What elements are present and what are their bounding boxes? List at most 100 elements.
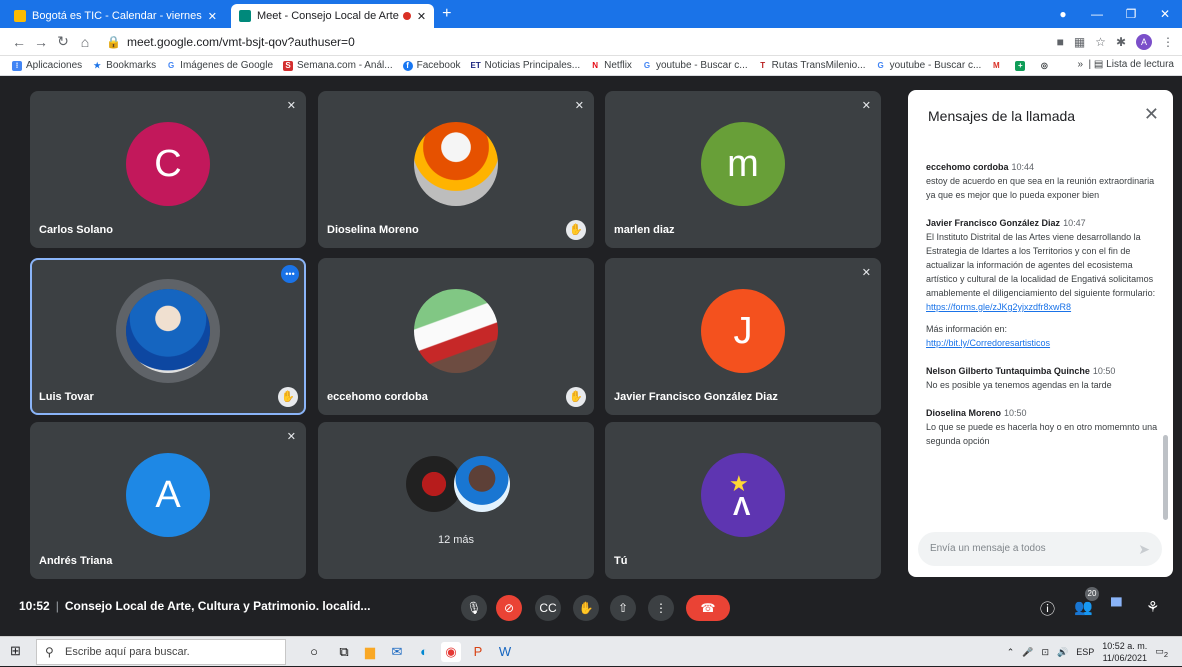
present-button[interactable]: ⇧ — [610, 595, 636, 621]
participant-tile[interactable]: ★ Λ Tú — [605, 422, 881, 579]
bookmark-item[interactable]: ⁝ Aplicaciones — [12, 60, 82, 71]
more-participants-label: 12 más — [437, 534, 475, 546]
reload-icon[interactable]: ↻ — [52, 33, 74, 50]
recording-indicator-icon — [402, 12, 411, 20]
chat-scrollbar[interactable] — [1163, 435, 1168, 520]
gmail-bookmark[interactable]: M — [991, 61, 1005, 71]
profile-dot-icon[interactable]: ● — [1046, 7, 1080, 21]
participant-tile[interactable]: ✕ C Carlos Solano — [30, 91, 306, 248]
menu-icon[interactable]: ⋮ — [1162, 35, 1174, 49]
close-tab-icon[interactable]: ✕ — [417, 10, 426, 23]
restore-button[interactable]: ❐ — [1114, 7, 1148, 21]
bookmarks-bar: ⁝ Aplicaciones ★ Bookmarks G Imágenes de Go… — [0, 56, 1182, 76]
participant-tile[interactable]: ••• Luis Tovar ✋ — [30, 258, 306, 415]
bookmark-item[interactable]: N Netflix — [590, 60, 632, 71]
message-text: El Instituto Distrital de las Artes vien… — [926, 232, 1156, 298]
volume-icon[interactable]: 🔊 — [1057, 647, 1068, 658]
bookmark-item[interactable]: Gyoutube - Buscar c... — [642, 60, 748, 71]
participant-tile[interactable]: eccehomo cordoba ✋ — [318, 258, 594, 415]
chat-message: Nelson Gilberto Tuntaquimba Quinche 10:50… — [926, 364, 1158, 392]
notification-icon[interactable]: ▭2 — [1155, 646, 1168, 659]
puzzle-icon[interactable]: ✱ — [1116, 35, 1126, 49]
tab-meet[interactable]: Meet - Consejo Local de Arte ✕ — [230, 4, 435, 28]
windows-taskbar: ⊞ ⚲ Escribe aquí para buscar. ○ ⧉ ▆ ✉ ◐ … — [0, 636, 1182, 666]
back-icon[interactable]: ← — [8, 34, 30, 50]
bookmark-item[interactable]: Gyoutube - Buscar c... — [876, 60, 981, 71]
tab-label: Bogotá es TIC - Calendar - viernes — [32, 10, 202, 22]
close-window-button[interactable]: ✕ — [1148, 7, 1182, 21]
avatar: C — [126, 121, 210, 206]
powerpoint-icon[interactable]: P — [468, 642, 488, 662]
cortana-icon[interactable]: ○ — [304, 642, 324, 662]
camera-icon[interactable]: ■ — [1057, 35, 1064, 49]
message-text: Más información en: — [926, 324, 1008, 334]
camera-off-button[interactable]: ⊘ — [496, 595, 522, 621]
participant-name: Andrés Triana — [39, 555, 113, 567]
more-options-button[interactable]: ⋮ — [648, 595, 674, 621]
task-view-icon[interactable]: ⧉ — [334, 642, 354, 662]
chat-input[interactable]: Envía un mensaje a todos ➤ — [918, 532, 1162, 566]
mic-toggle-button[interactable]: 🎙 — [461, 595, 487, 621]
chat-icon[interactable]: ▀ — [1111, 598, 1122, 615]
avatar[interactable]: A — [1136, 33, 1152, 50]
raised-hand-icon: ✋ — [278, 387, 298, 407]
minimize-button[interactable]: — — [1080, 7, 1114, 21]
participant-name: Tú — [614, 555, 628, 567]
raise-hand-button[interactable]: ✋ — [573, 595, 599, 621]
bookmark-item[interactable]: S Semana.com - Anál... — [283, 60, 393, 71]
more-participants-tile[interactable]: 12 más — [318, 422, 594, 579]
star-icon[interactable]: ☆ — [1095, 35, 1106, 49]
taskbar-clock[interactable]: 10:52 a. m. 11/06/2021 — [1102, 640, 1147, 664]
captions-button[interactable]: CC — [535, 595, 561, 621]
send-icon[interactable]: ➤ — [1138, 532, 1150, 566]
mic-icon[interactable]: 🎤 — [1022, 647, 1033, 658]
message-sender: Javier Francisco González Diaz — [926, 218, 1061, 228]
message-link[interactable]: https://forms.gle/zJKg2yjxzdfr8xwR8 — [926, 302, 1071, 312]
language-indicator[interactable]: ESP — [1076, 647, 1094, 657]
google-icon: G — [643, 60, 651, 70]
mail-icon[interactable]: ✉ — [387, 642, 407, 662]
message-time: 10:50 — [1092, 366, 1116, 376]
participant-tile[interactable]: ✕ Dioselina Moreno ✋ — [318, 91, 594, 248]
edge-icon[interactable]: ◐ — [414, 642, 434, 662]
word-icon[interactable]: W — [495, 642, 515, 662]
new-tab-button[interactable]: + — [442, 5, 451, 23]
chrome-icon: ◎ — [1040, 60, 1048, 70]
info-icon[interactable]: ⓘ — [1040, 598, 1055, 619]
bookmark-item[interactable]: T Rutas TransMilenio... — [758, 60, 865, 71]
google-icon: G — [168, 60, 175, 70]
bookmark-item[interactable]: ★ Bookmarks — [92, 60, 157, 71]
forward-icon[interactable]: → — [30, 34, 52, 50]
raised-hand-icon: ✋ — [566, 220, 586, 240]
close-tab-icon[interactable]: ✕ — [208, 10, 217, 23]
participant-tile[interactable]: ✕ m marlen diaz — [605, 91, 881, 248]
apps-grid-icon: ⁝ — [12, 60, 22, 71]
close-icon[interactable]: ✕ — [1144, 104, 1159, 125]
chat-message: Javier Francisco González Diaz 10:47 El I… — [926, 216, 1158, 350]
sheets-bookmark[interactable]: + — [1015, 60, 1029, 71]
message-link[interactable]: http://bit.ly/Corredoresartisticos — [926, 338, 1050, 348]
participant-tile[interactable]: ✕ A Andrés Triana — [30, 422, 306, 579]
system-tray: ⌃ 🎤 ⊡ 🔊 ESP 10:52 a. m. 11/06/2021 ▭2 — [1007, 637, 1168, 667]
bookmark-item[interactable]: ET Noticias Principales... — [471, 60, 581, 71]
windows-start-icon[interactable]: ⊞ — [10, 644, 24, 658]
bookmark-item[interactable]: f Facebook — [402, 60, 461, 71]
chrome-icon[interactable]: ◉ — [441, 642, 461, 662]
avatar: m — [701, 121, 785, 206]
chrome-bookmark[interactable]: ◎ — [1039, 61, 1053, 71]
activities-icon[interactable]: ⚘ — [1146, 598, 1159, 616]
reading-list-button[interactable]: » | ▤ Lista de lectura — [1077, 59, 1174, 70]
taskbar-search[interactable]: ⚲ Escribe aquí para buscar. — [36, 639, 286, 665]
chevron-up-icon[interactable]: ⌃ — [1007, 647, 1015, 658]
participant-name: Luis Tovar — [39, 391, 94, 403]
tab-calendar[interactable]: Bogotá es TIC - Calendar - viernes ✕ — [6, 4, 225, 28]
leave-call-button[interactable]: ☎ — [686, 595, 730, 621]
home-icon[interactable]: ⌂ — [74, 34, 96, 50]
extension-icon[interactable]: ▦ — [1074, 35, 1085, 49]
network-icon[interactable]: ⊡ — [1042, 647, 1050, 658]
bookmark-item[interactable]: G Imágenes de Google — [166, 60, 273, 71]
chat-messages: eccehomo cordoba 10:44 estoy de acuerdo e… — [926, 160, 1158, 462]
participant-tile[interactable]: ✕ J Javier Francisco González Diaz — [605, 258, 881, 415]
file-explorer-icon[interactable]: ▆ — [360, 642, 380, 662]
url-field[interactable]: 🔒 meet.google.com/vmt-bsjt-qov?authuser=0 — [106, 35, 1057, 49]
